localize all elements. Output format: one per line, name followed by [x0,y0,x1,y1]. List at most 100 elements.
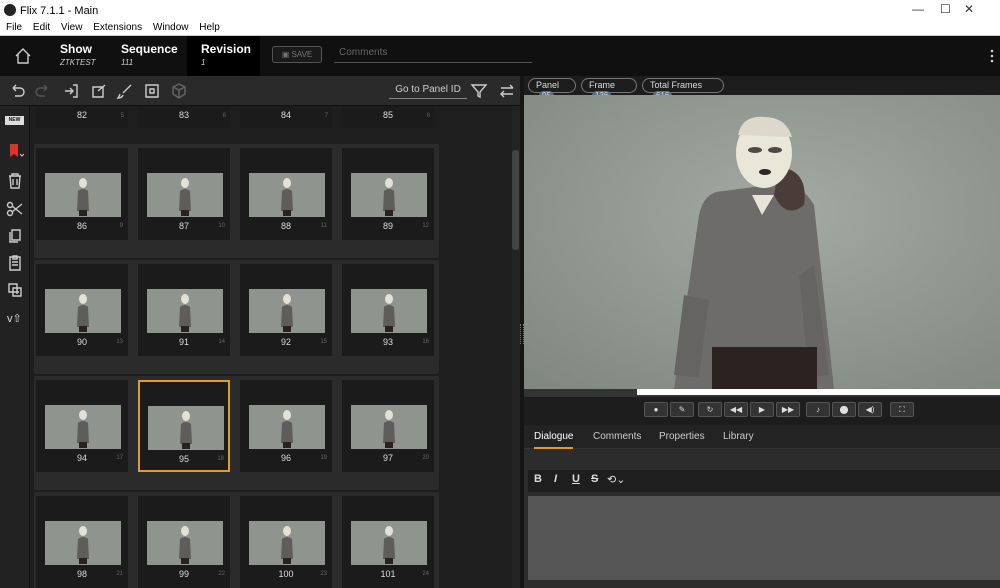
panel-card[interactable]: 92 15 [240,264,332,356]
menu-help[interactable]: Help [199,22,220,33]
panel-index: 13 [116,339,123,345]
new-badge[interactable]: NEW [5,116,24,125]
panel-thumbnail [249,405,325,449]
panel-card[interactable]: 90 13 [36,264,128,356]
panel-card[interactable]: 84 7 [240,106,332,128]
panel-card[interactable]: 98 21 [36,496,128,588]
play-button[interactable]: ▶ [750,402,774,417]
panel-card[interactable]: 94 17 [36,380,128,472]
panel-card[interactable]: 87 10 [138,148,230,240]
tab-sequence[interactable]: Sequence 111 [121,36,183,76]
filter-icon[interactable] [470,82,488,100]
comment-tool-button[interactable]: ● [644,402,668,417]
panel-number: 91 [178,337,189,347]
tab-show[interactable]: Show ZTKTEST [60,36,120,76]
underline-button[interactable]: U [572,473,580,485]
panel-card[interactable]: 97 20 [342,380,434,472]
panel-thumbnail [351,405,427,449]
panel-card[interactable]: 86 9 [36,148,128,240]
panel-artwork [524,95,1000,389]
cube-icon[interactable] [170,82,188,100]
duplicate-icon[interactable] [6,281,24,299]
clipboard-icon[interactable] [6,254,24,272]
undo-icon[interactable] [8,82,26,100]
fast-forward-button[interactable]: ▶▶ [776,402,800,417]
minimize-icon[interactable]: — [912,2,924,16]
trash-icon[interactable] [6,172,24,190]
more-menu-icon[interactable] [988,48,996,64]
panel-card[interactable]: 93 16 [342,264,434,356]
save-label: SAVE [291,50,313,59]
panel-thumbnail [45,289,121,333]
tab-library[interactable]: Library [723,431,754,442]
version-icon[interactable]: v⇧ [7,312,22,325]
panel-card[interactable]: 88 11 [240,148,332,240]
panel-thumbnail [351,521,427,565]
microphone-button[interactable]: ♪ [806,402,830,417]
panel-viewer[interactable] [524,95,1000,389]
panel-card[interactable]: 101 24 [342,496,434,588]
import-icon[interactable] [62,82,80,100]
tab-dialogue[interactable]: Dialogue [534,431,574,449]
history-icon[interactable]: ⟲⌄ [607,473,625,486]
panel-card[interactable]: 95 18 [138,380,230,472]
panel-number: 96 [280,453,291,463]
panel-edit-icon[interactable] [143,82,161,100]
pencil-button[interactable]: ✎ [670,402,694,417]
close-icon[interactable]: ✕ [964,2,974,16]
panel-number: 92 [280,337,291,347]
record-button[interactable]: ⬤ [832,402,856,417]
panel-card[interactable]: 85 8 [342,106,434,128]
home-icon[interactable] [14,47,32,65]
panel-number: 87 [178,221,189,231]
bold-button[interactable]: B [534,473,542,485]
menu-edit[interactable]: Edit [33,22,50,33]
menu-view[interactable]: View [61,22,83,33]
swap-icon[interactable] [498,82,516,100]
scissors-icon[interactable] [6,200,24,218]
panel-card[interactable]: 83 6 [138,106,230,128]
menu-extensions[interactable]: Extensions [93,22,142,33]
goto-panel-input[interactable]: Go to Panel ID [389,82,467,99]
panel-number: 85 [382,110,393,120]
menu-file[interactable]: File [6,22,22,33]
panel-card[interactable]: 89 12 [342,148,434,240]
tab-properties[interactable]: Properties [659,431,705,442]
panel-index: 11 [320,223,327,229]
grid-scrollbar-thumb[interactable] [512,150,519,250]
panel-number: 94 [76,453,87,463]
panel-card[interactable]: 99 22 [138,496,230,588]
fullscreen-button[interactable]: ⛶ [890,402,914,417]
redo-icon[interactable] [34,82,52,100]
bookmark-icon[interactable] [6,142,24,160]
panel-card[interactable]: 96 19 [240,380,332,472]
panel-thumbnail [45,405,121,449]
panel-index: 12 [422,223,429,229]
save-button[interactable]: ▣ SAVE [272,46,322,63]
brush-icon[interactable] [116,82,134,100]
menu-bar: File Edit View Extensions Window Help [0,22,1000,36]
maximize-icon[interactable]: ☐ [940,2,951,16]
panel-thumbnail [147,521,223,565]
volume-button[interactable]: ◀) [858,402,882,417]
panel-number: 93 [382,337,393,347]
menu-window[interactable]: Window [153,22,189,33]
copy-icon[interactable] [6,227,24,245]
panel-card[interactable]: 91 14 [138,264,230,356]
comments-input[interactable]: Comments [334,44,532,63]
panel-thumbnail [351,173,427,217]
panel-card[interactable]: 100 23 [240,496,332,588]
dialogue-text-area[interactable] [528,496,1000,580]
strikethrough-button[interactable]: S [591,473,598,485]
export-icon[interactable] [90,82,108,100]
loop-button[interactable]: ↻ [698,402,722,417]
panel-card[interactable]: 82 5 [36,106,128,128]
italic-button[interactable]: I [554,473,557,485]
panel-thumbnail [249,521,325,565]
tab-revision[interactable]: Revision 1 [187,36,260,76]
panel-pill: Panel95 [528,78,576,100]
rewind-button[interactable]: ◀◀ [724,402,748,417]
panel-pill-label: Panel [536,80,560,90]
timeline-progress[interactable] [637,389,1000,395]
tab-comments[interactable]: Comments [593,431,641,442]
